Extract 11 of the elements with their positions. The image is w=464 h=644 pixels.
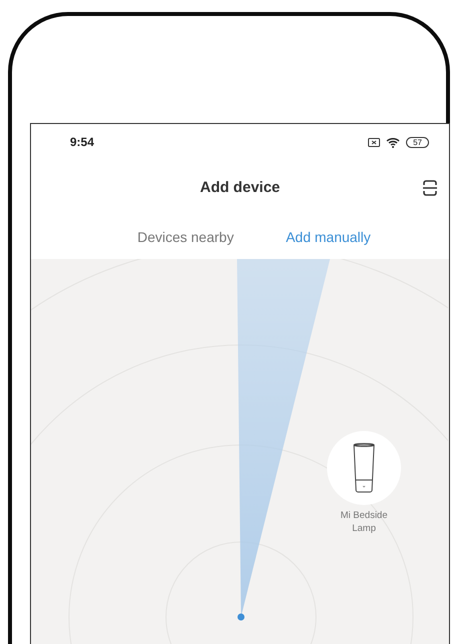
device-name: Mi Bedside Lamp <box>340 509 388 535</box>
scan-icon[interactable] <box>423 180 437 196</box>
sim-card-icon <box>368 138 380 146</box>
tab[interactable]: Devices nearby <box>137 228 234 244</box>
page-title: Add device <box>200 178 280 196</box>
wifi-icon <box>386 136 400 148</box>
tab[interactable]: Add manually <box>286 228 371 244</box>
battery-level: 57 <box>406 136 429 148</box>
location-dot <box>238 614 244 620</box>
status-time: 9:54 <box>70 135 94 149</box>
lamp-icon <box>353 442 375 494</box>
